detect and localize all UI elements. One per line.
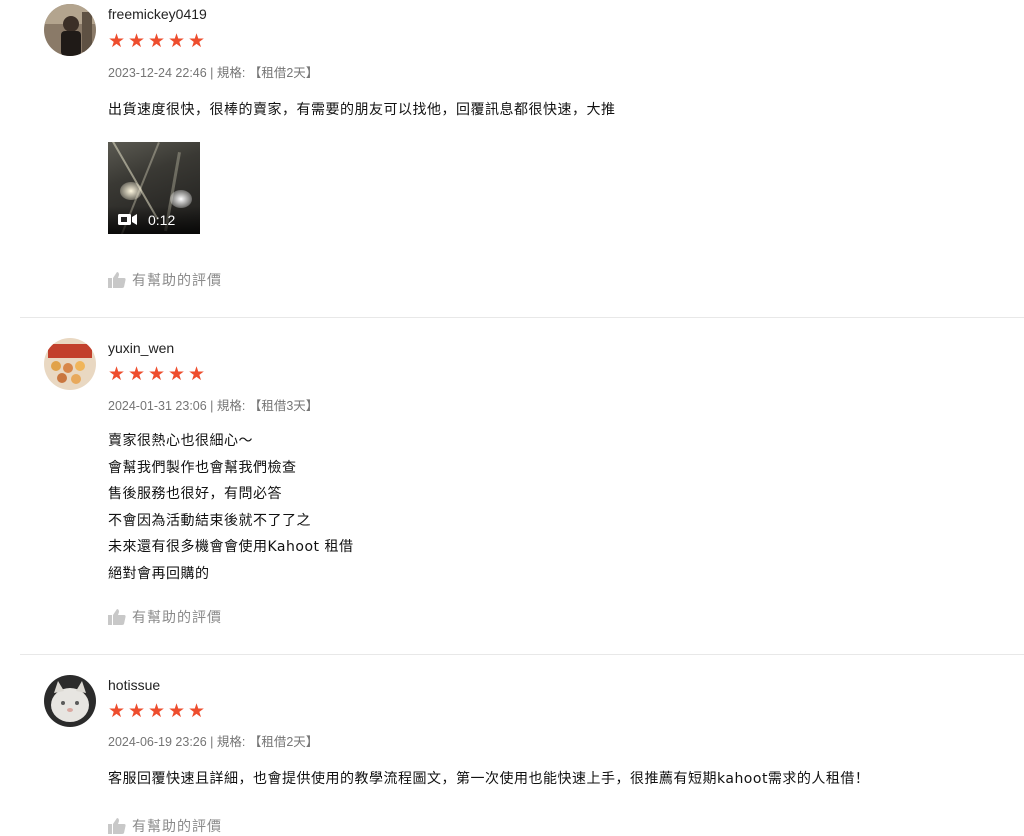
- avatar[interactable]: [44, 675, 96, 727]
- thumbs-up-icon: [108, 609, 126, 625]
- video-duration: 0:12: [148, 212, 176, 228]
- star-icon: ★: [168, 30, 186, 52]
- rating-stars: ★ ★ ★ ★ ★: [108, 363, 206, 385]
- star-icon: ★: [108, 30, 126, 52]
- helpful-label: 有幫助的評價: [132, 273, 222, 289]
- helpful-button[interactable]: 有幫助的評價: [108, 816, 222, 836]
- rating-stars: ★ ★ ★ ★ ★: [108, 30, 206, 52]
- review-text: 賣家很熱心也很細心～ 會幫我們製作也會幫我們檢查 售後服務也很好，有問必答 不會…: [108, 433, 354, 582]
- avatar[interactable]: [44, 4, 96, 56]
- star-icon: ★: [128, 30, 146, 52]
- review-meta: 2023-12-24 22:46 | 規格: 【租借2天】: [108, 66, 319, 80]
- star-icon: ★: [108, 700, 126, 722]
- star-icon: ★: [188, 363, 206, 385]
- review-meta: 2024-01-31 23:06 | 規格: 【租借3天】: [108, 399, 319, 413]
- username[interactable]: yuxin_wen: [108, 340, 174, 356]
- star-icon: ★: [148, 363, 166, 385]
- helpful-button[interactable]: 有幫助的評價: [108, 607, 222, 627]
- star-icon: ★: [128, 700, 146, 722]
- review-meta: 2024-06-19 23:26 | 規格: 【租借2天】: [108, 735, 319, 749]
- star-icon: ★: [148, 700, 166, 722]
- video-overlay: 0:12: [108, 206, 200, 234]
- thumbs-up-icon: [108, 272, 126, 288]
- star-icon: ★: [168, 700, 186, 722]
- video-camera-icon: [118, 211, 138, 230]
- divider: [20, 654, 1024, 655]
- avatar[interactable]: [44, 338, 96, 390]
- username[interactable]: hotissue: [108, 677, 160, 693]
- star-icon: ★: [108, 363, 126, 385]
- thumbs-up-icon: [108, 818, 126, 834]
- review-text: 客服回覆快速且詳細，也會提供使用的教學流程圖文，第一次使用也能快速上手，很推薦有…: [108, 771, 870, 787]
- username[interactable]: freemickey0419: [108, 6, 207, 22]
- helpful-button[interactable]: 有幫助的評價: [108, 270, 222, 290]
- divider: [20, 317, 1024, 318]
- star-icon: ★: [188, 700, 206, 722]
- star-icon: ★: [168, 363, 186, 385]
- helpful-label: 有幫助的評價: [132, 610, 222, 626]
- rating-stars: ★ ★ ★ ★ ★: [108, 700, 206, 722]
- star-icon: ★: [148, 30, 166, 52]
- star-icon: ★: [188, 30, 206, 52]
- star-icon: ★: [128, 363, 146, 385]
- helpful-label: 有幫助的評價: [132, 819, 222, 835]
- review-text: 出貨速度很快，很棒的賣家，有需要的朋友可以找他，回覆訊息都很快速，大推: [108, 102, 616, 118]
- video-thumbnail[interactable]: 0:12: [108, 142, 200, 234]
